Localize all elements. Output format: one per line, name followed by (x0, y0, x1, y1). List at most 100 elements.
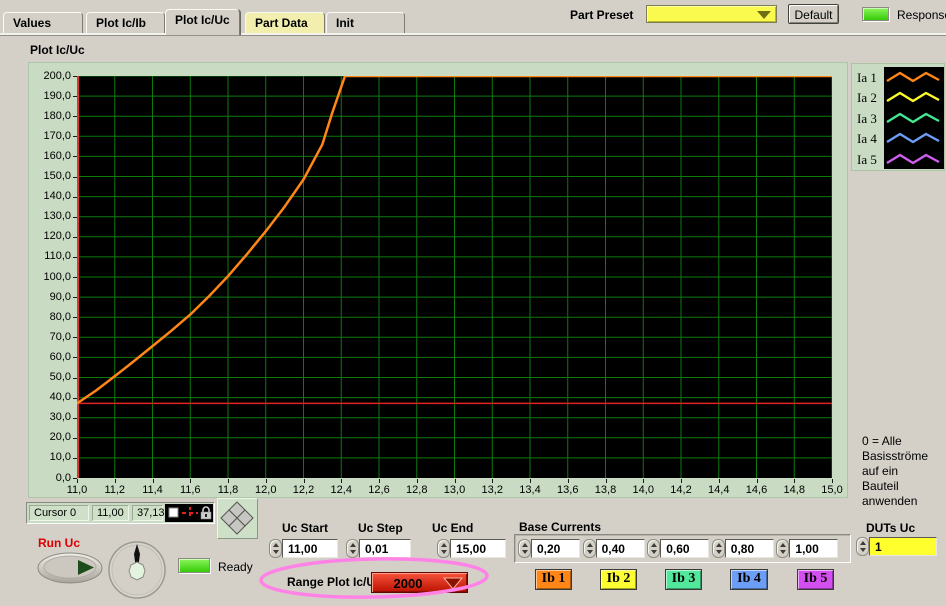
y-tick-label: 0,0 (29, 472, 71, 485)
x-tick-label: 11,6 (173, 484, 207, 496)
legend-item-ia-1[interactable]: Ia 1 (857, 70, 877, 86)
x-tick-mark (681, 479, 682, 483)
y-tick-mark (73, 197, 77, 198)
response-label: Response (897, 8, 946, 22)
base-current-3-spinner[interactable] (647, 539, 660, 558)
uc-start-input[interactable]: 11,00 (282, 539, 338, 558)
ic-uc-chart (77, 76, 832, 478)
ib-2-button[interactable]: Ib 2 (600, 569, 637, 590)
y-tick-mark (73, 418, 77, 419)
x-tick-mark (643, 479, 644, 483)
ib-1-button[interactable]: Ib 1 (535, 569, 572, 590)
uc-step-input[interactable]: 0,01 (359, 539, 411, 558)
x-tick-label: 14,0 (626, 484, 660, 496)
legend-item-ia-4[interactable]: Ia 4 (857, 131, 877, 147)
uc-step-label: Uc Step (358, 521, 403, 535)
legend-item-ia-2[interactable]: Ia 2 (857, 90, 877, 106)
cursor-y-value[interactable]: 37,13 (132, 505, 163, 521)
x-tick-label: 14,2 (664, 484, 698, 496)
y-tick-label: 50,0 (29, 371, 71, 384)
cursor-name-field[interactable]: Cursor 0 (29, 505, 89, 521)
y-tick-mark (73, 136, 77, 137)
x-tick-mark (417, 479, 418, 483)
x-tick-mark (832, 479, 833, 483)
default-button[interactable]: Default (788, 4, 839, 24)
run-uc-label: Run Uc (38, 536, 80, 550)
x-tick-mark (757, 479, 758, 483)
uc-start-label: Uc Start (282, 521, 328, 535)
range-plot-label: Range Plot Ic/Uc (287, 575, 382, 589)
duts-uc-spinner[interactable] (856, 537, 869, 556)
y-tick-mark (73, 237, 77, 238)
y-tick-label: 140,0 (29, 190, 71, 203)
tab-plot-ic-ib[interactable]: Plot Ic/Ib (86, 12, 165, 33)
base-current-4-input[interactable]: 0,80 (725, 539, 774, 558)
chevron-down-icon[interactable] (757, 11, 771, 19)
base-current-3-input[interactable]: 0,60 (660, 539, 709, 558)
tab-part-data[interactable]: Part Data (245, 12, 325, 33)
x-tick-mark (492, 479, 493, 483)
x-tick-mark (190, 479, 191, 483)
crosshair-icon (182, 507, 198, 519)
legend-line-sample (886, 70, 942, 84)
tab-init[interactable]: Init (326, 12, 405, 33)
y-tick-label: 130,0 (29, 210, 71, 223)
base-currents-panel: 0,20 0,40 0,60 0,80 1,00 (514, 534, 851, 563)
cursor-style-box[interactable] (165, 504, 213, 522)
x-tick-label: 13,2 (475, 484, 509, 496)
ib-4-button[interactable]: Ib 4 (730, 569, 768, 590)
uc-step-spinner[interactable] (346, 539, 359, 558)
plot-area[interactable] (77, 76, 832, 478)
base-current-2-input[interactable]: 0,40 (596, 539, 645, 558)
x-tick-label: 14,6 (740, 484, 774, 496)
ib-5-button[interactable]: Ib 5 (797, 569, 834, 590)
chevron-down-icon (441, 574, 465, 593)
ib-3-button[interactable]: Ib 3 (665, 569, 702, 590)
duts-uc-input[interactable]: 1 (869, 537, 937, 556)
uc-end-spinner[interactable] (437, 539, 450, 558)
range-plot-dropdown[interactable]: 2000 (371, 572, 468, 593)
legend-line-sample (886, 152, 942, 166)
base-current-5-spinner[interactable] (776, 539, 789, 558)
x-tick-label: 11,2 (98, 484, 132, 496)
base-current-5-input[interactable]: 1,00 (789, 539, 838, 558)
x-tick-label: 12,8 (400, 484, 434, 496)
diamond-pad-icon (218, 499, 257, 538)
knob-control[interactable] (105, 539, 169, 601)
run-uc-button[interactable] (36, 551, 106, 585)
y-tick-label: 80,0 (29, 311, 71, 324)
y-tick-label: 170,0 (29, 130, 71, 143)
base-current-4-spinner[interactable] (712, 539, 725, 558)
x-tick-mark (341, 479, 342, 483)
tab-plot-ic-uc[interactable]: Plot Ic/Uc (165, 9, 240, 35)
legend-item-ia-3[interactable]: Ia 3 (857, 111, 877, 127)
cursor-x-value[interactable]: 11,00 (92, 505, 129, 521)
y-tick-label: 160,0 (29, 150, 71, 163)
part-preset-dropdown[interactable] (646, 5, 777, 23)
part-preset-label: Part Preset (570, 8, 633, 22)
x-tick-mark (530, 479, 531, 483)
legend-item-ia-5[interactable]: Ia 5 (857, 152, 877, 168)
uc-end-input[interactable]: 15,00 (450, 539, 506, 558)
cursor-style-icon (169, 508, 178, 517)
tab-baseline (0, 33, 946, 36)
uc-start-spinner[interactable] (269, 539, 282, 558)
y-tick-mark (73, 458, 77, 459)
cursor-bar[interactable]: Cursor 0 11,00 37,13 (26, 502, 215, 524)
y-tick-label: 120,0 (29, 230, 71, 243)
x-tick-label: 12,6 (362, 484, 396, 496)
base-current-2-spinner[interactable] (583, 539, 596, 558)
x-tick-label: 15,0 (815, 484, 849, 496)
tab-values[interactable]: Values (3, 12, 83, 33)
plot-panel: 200,0190,0180,0170,0160,0150,0140,0130,0… (28, 62, 848, 498)
cursor-move-pad[interactable] (217, 498, 258, 539)
x-tick-mark (153, 479, 154, 483)
base-current-1-input[interactable]: 0,20 (531, 539, 580, 558)
x-tick-mark (455, 479, 456, 483)
base-current-1-spinner[interactable] (518, 539, 531, 558)
y-tick-mark (73, 217, 77, 218)
x-tick-mark (606, 479, 607, 483)
y-tick-label: 40,0 (29, 391, 71, 404)
y-tick-label: 200,0 (29, 70, 71, 83)
legend-line-sample (886, 111, 942, 125)
